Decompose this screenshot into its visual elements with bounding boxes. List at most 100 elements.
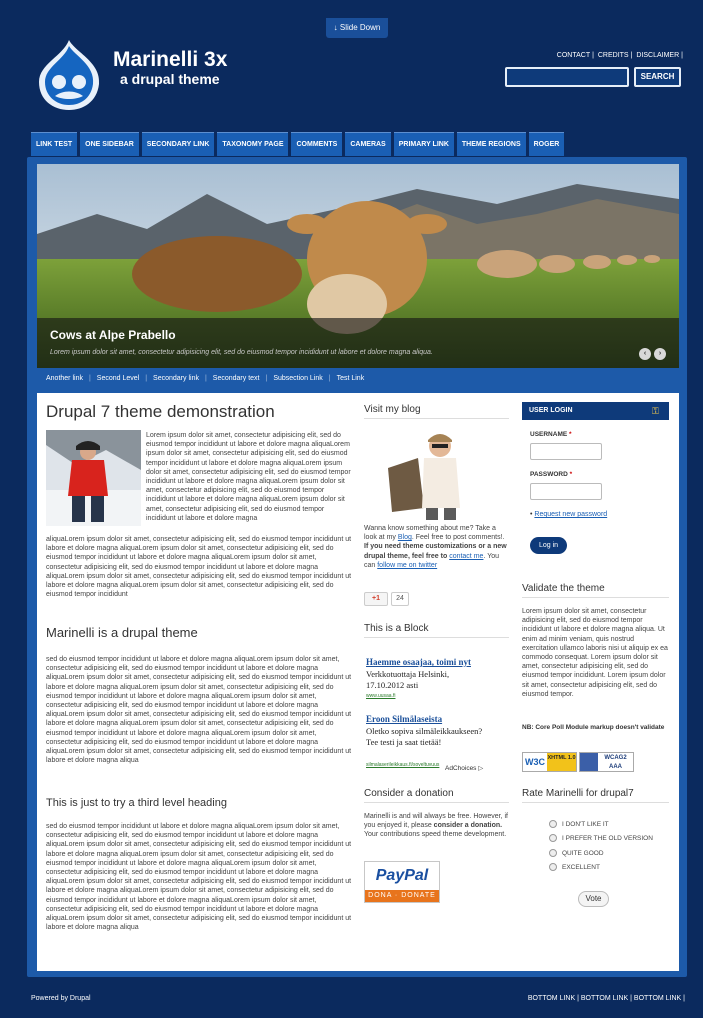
ad-1-title[interactable]: Haemme osaajaa, toimi nyt xyxy=(366,657,471,667)
top-link-contact[interactable]: CONTACT xyxy=(557,52,590,59)
blog-text: Wanna know something about me? Take a lo… xyxy=(364,524,509,570)
site-name[interactable]: Marinelli 3x xyxy=(113,48,227,72)
paypal-donate-label: DONA · DONATE xyxy=(365,890,439,902)
section-text: sed do eiusmod tempor incididunt ut labo… xyxy=(46,656,352,765)
username-field[interactable] xyxy=(530,443,602,460)
paypal-donate-button[interactable]: PayPal DONA · DONATE xyxy=(364,861,440,903)
footer-link[interactable]: BOTTOM LINK xyxy=(528,995,575,1002)
ad-1-text: Verkkotuottaja Helsinki, 17.10.2012 asti xyxy=(366,669,450,690)
login-button[interactable]: Log in xyxy=(530,537,567,554)
paypal-logo: PayPal xyxy=(375,867,429,884)
vote-button[interactable]: Vote xyxy=(578,891,609,907)
poll-option[interactable]: I PREFER THE OLD VERSION xyxy=(549,834,653,842)
primary-menu-item[interactable]: CAMERAS xyxy=(345,132,391,156)
primary-menu-item[interactable]: PRIMARY LINK xyxy=(393,132,454,156)
secondary-menu-item[interactable]: Another link xyxy=(46,375,83,382)
username-label-text: USERNAME xyxy=(530,431,568,438)
donation-text: Marinelli is and will always be free. Ho… xyxy=(364,812,509,840)
xhtml-badge-label: XHTML 1.0 xyxy=(547,753,576,771)
poll-option[interactable]: I DON'T LIKE IT xyxy=(549,820,609,828)
w3c-badge-label: W3C xyxy=(525,757,545,767)
ad-2-title[interactable]: Eroon Silmälaseista xyxy=(366,714,442,724)
required-marker: * xyxy=(569,431,572,438)
request-password-link[interactable]: Request new password xyxy=(534,511,607,518)
xhtml-badge[interactable]: W3C XHTML 1.0 xyxy=(522,752,577,772)
contact-link[interactable]: contact me xyxy=(449,553,483,560)
password-field[interactable] xyxy=(530,483,602,500)
article-photo xyxy=(46,430,141,526)
ad-2-url[interactable]: silmalaserileikkaus.fi/soveltuvuus xyxy=(366,762,439,768)
google-plus-button[interactable]: +1 xyxy=(364,592,388,606)
poll-option-label: EXCELLENT xyxy=(562,863,600,871)
blog-block-title: Visit my blog xyxy=(364,404,509,419)
subsection-text: sed do eiusmod tempor incididunt ut labo… xyxy=(46,823,352,932)
secondary-menu-item[interactable]: Secondary link xyxy=(153,375,199,382)
intro-text-rest: aliquaLorem ipsum dolor sit amet, consec… xyxy=(46,536,352,599)
secondary-menu-item[interactable]: Second Level xyxy=(97,375,139,382)
radio-icon[interactable] xyxy=(549,820,557,828)
secondary-menu-item[interactable]: Secondary text xyxy=(213,375,260,382)
page-title: Drupal 7 theme demonstration xyxy=(46,402,275,421)
poll-option-label: I DON'T LIKE IT xyxy=(562,820,609,828)
wcag-badge-label: WCAG2 AAA xyxy=(604,755,627,770)
primary-menu-item[interactable]: ROGER xyxy=(528,132,565,156)
primary-menu-item[interactable]: SECONDARY LINK xyxy=(141,132,215,156)
section-heading: Marinelli is a drupal theme xyxy=(46,625,198,640)
primary-menu-item[interactable]: LINK TEST xyxy=(31,132,78,156)
google-plus-count: 24 xyxy=(391,592,409,606)
adchoices-link[interactable]: AdChoices ▷ xyxy=(445,764,483,772)
footer-link[interactable]: BOTTOM LINK xyxy=(581,995,628,1002)
banner-caption xyxy=(37,318,679,368)
site-slogan: a drupal theme xyxy=(120,71,220,87)
top-links: CONTACT | CREDITS | DISCLAIMER | xyxy=(556,52,683,59)
search-input[interactable] xyxy=(505,67,629,87)
search-button[interactable]: SEARCH xyxy=(634,67,681,87)
required-marker: * xyxy=(569,471,573,478)
username-label: USERNAME * xyxy=(530,431,572,438)
donation-title: Consider a donation xyxy=(364,788,509,803)
primary-menu-item[interactable]: COMMENTS xyxy=(291,132,343,156)
top-link-disclaimer[interactable]: DISCLAIMER xyxy=(636,52,679,59)
top-link-credits[interactable]: CREDITS xyxy=(598,52,629,59)
secondary-menu-item[interactable]: Test Link xyxy=(337,375,365,382)
banner-title: Cows at Alpe Prabello xyxy=(50,328,176,342)
wcag-badge[interactable]: WCAG2 AAA xyxy=(579,752,634,772)
blog-photo xyxy=(378,428,468,520)
primary-menu-item[interactable]: ONE SIDEBAR xyxy=(80,132,139,156)
poll-option[interactable]: EXCELLENT xyxy=(549,863,600,871)
blog-link[interactable]: Blog xyxy=(398,534,412,541)
poll-option[interactable]: QUITE GOOD xyxy=(549,849,604,857)
poll-option-label: QUITE GOOD xyxy=(562,849,604,857)
blog-text-2: . Feel free to post comments!. xyxy=(411,534,505,542)
donation-text-2: Your contributions speed theme developme… xyxy=(364,831,507,839)
validate-title: Validate the theme xyxy=(522,583,669,598)
ad-2-text: Oletko sopiva silmäleikkaukseen? Tee tes… xyxy=(366,726,483,747)
slide-down-button[interactable]: ↓ Slide Down xyxy=(326,18,388,38)
footer-links: BOTTOM LINK | BOTTOM LINK | BOTTOM LINK … xyxy=(527,995,685,1002)
primary-menu-item[interactable]: TAXONOMY PAGE xyxy=(217,132,289,156)
poll-title: Rate Marinelli for drupal7 xyxy=(522,788,669,803)
key-icon: ⚿ xyxy=(652,406,659,416)
powered-by[interactable]: Powered by Drupal xyxy=(31,995,91,1002)
ad-1-url[interactable]: www.uusaa.fi xyxy=(366,693,395,699)
validate-text: Lorem ipsum dolor sit amet, consectetur … xyxy=(522,608,668,698)
banner-text: Lorem ipsum dolor sit amet, consectetur … xyxy=(50,349,433,356)
donation-text-bold: consider a donation. xyxy=(433,822,503,830)
drupal-logo-icon[interactable] xyxy=(35,38,103,112)
footer-link[interactable]: BOTTOM LINK xyxy=(634,995,681,1002)
primary-menu: LINK TEST ONE SIDEBAR SECONDARY LINK TAX… xyxy=(31,132,565,156)
intro-text-wrap: Lorem ipsum dolor sit amet, consectetur … xyxy=(146,432,351,522)
user-login-title: USER LOGIN xyxy=(522,402,669,420)
slider-prev-button[interactable]: ‹ xyxy=(639,348,651,360)
password-label: PASSWORD * xyxy=(530,471,572,478)
password-label-text: PASSWORD xyxy=(530,471,568,478)
radio-icon[interactable] xyxy=(549,863,557,871)
secondary-menu-item[interactable]: Subsection Link xyxy=(273,375,322,382)
radio-icon[interactable] xyxy=(549,849,557,857)
secondary-menu: Another link | Second Level | Secondary li… xyxy=(46,375,365,382)
primary-menu-item[interactable]: THEME REGIONS xyxy=(456,132,526,156)
radio-icon[interactable] xyxy=(549,834,557,842)
slider-next-button[interactable]: › xyxy=(654,348,666,360)
ad-block-title: This is a Block xyxy=(364,623,509,638)
twitter-link[interactable]: follow me on twitter xyxy=(377,562,437,569)
